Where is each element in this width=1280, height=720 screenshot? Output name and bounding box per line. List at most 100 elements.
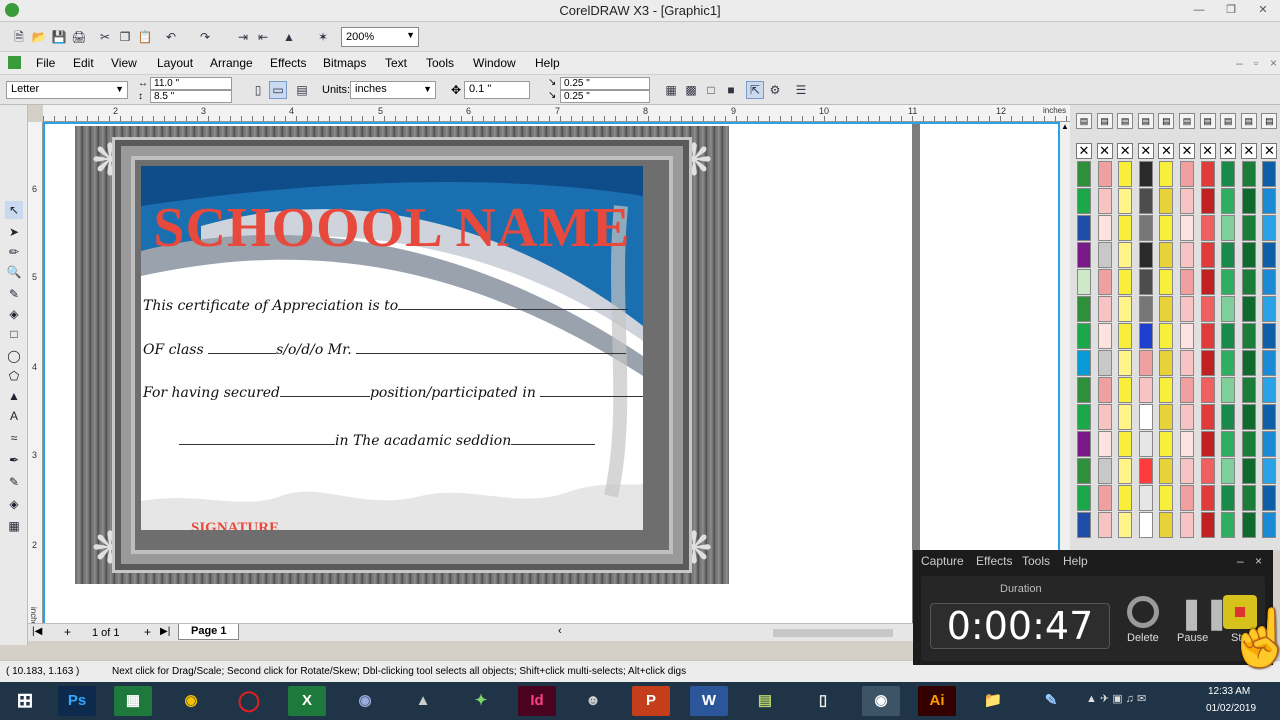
- color-swatch[interactable]: [1180, 458, 1194, 484]
- color-swatch[interactable]: [1262, 377, 1277, 403]
- coreldraw-taskbar-icon[interactable]: ✦: [462, 686, 500, 716]
- palette-header-icon[interactable]: ▤: [1076, 113, 1092, 129]
- color-swatch[interactable]: [1200, 485, 1215, 511]
- eyedropper-icon[interactable]: ✒: [5, 451, 23, 469]
- menu-help[interactable]: Help: [535, 56, 560, 70]
- undo-icon[interactable]: ↶: [162, 28, 180, 46]
- color-swatch[interactable]: [1241, 215, 1256, 241]
- no-fill-swatch[interactable]: ✕: [1261, 143, 1278, 159]
- align-icon[interactable]: ☰: [792, 81, 810, 99]
- color-swatch[interactable]: [1138, 431, 1153, 457]
- color-swatch[interactable]: [1159, 512, 1174, 538]
- delete-button-label[interactable]: Delete: [1127, 632, 1159, 644]
- color-swatch[interactable]: [1262, 323, 1277, 349]
- color-swatch[interactable]: [1077, 188, 1091, 214]
- zoom-tool-icon[interactable]: 🔍: [5, 263, 23, 281]
- menu-bitmaps[interactable]: Bitmaps: [323, 56, 366, 70]
- color-swatch[interactable]: [1077, 242, 1091, 268]
- page-tab[interactable]: Page 1: [178, 624, 240, 640]
- minimize-button[interactable]: —: [1188, 3, 1210, 18]
- palette-header-icon[interactable]: ▤: [1261, 113, 1278, 129]
- import-icon[interactable]: ⇥: [234, 28, 252, 46]
- corel-online-icon[interactable]: ✶: [314, 28, 332, 46]
- opera-icon[interactable]: ◯: [230, 686, 268, 716]
- color-swatch[interactable]: [1159, 350, 1174, 376]
- color-swatch[interactable]: [1180, 512, 1194, 538]
- color-swatch[interactable]: [1118, 269, 1133, 295]
- color-swatch[interactable]: [1200, 350, 1215, 376]
- add-page-after-button[interactable]: +: [144, 625, 151, 639]
- color-swatch[interactable]: [1241, 350, 1256, 376]
- color-swatch[interactable]: [1221, 431, 1236, 457]
- color-swatch[interactable]: [1159, 296, 1174, 322]
- clock-date[interactable]: 01/02/2019: [1206, 703, 1256, 714]
- color-swatch[interactable]: [1138, 188, 1153, 214]
- color-swatch[interactable]: [1180, 269, 1194, 295]
- first-page-button[interactable]: |◀: [32, 626, 42, 637]
- restore-button[interactable]: ❐: [1220, 3, 1242, 18]
- color-swatch[interactable]: [1138, 512, 1153, 538]
- menu-file[interactable]: File: [36, 56, 55, 70]
- color-swatch[interactable]: [1200, 431, 1215, 457]
- treat-as-filled-icon[interactable]: ▦: [662, 81, 680, 99]
- interactive-fill-icon[interactable]: ▦: [5, 517, 23, 535]
- color-swatch[interactable]: [1097, 350, 1112, 376]
- snap-to-grid-icon[interactable]: ▩: [682, 81, 700, 99]
- color-swatch[interactable]: [1118, 512, 1133, 538]
- color-swatch[interactable]: [1097, 296, 1112, 322]
- color-swatch[interactable]: [1221, 458, 1236, 484]
- menu-view[interactable]: View: [111, 56, 137, 70]
- options-icon[interactable]: ⚙: [766, 81, 784, 99]
- color-swatch[interactable]: [1097, 377, 1112, 403]
- landscape-icon[interactable]: ▭: [269, 81, 287, 99]
- color-swatch[interactable]: [1180, 404, 1194, 430]
- color-swatch[interactable]: [1097, 161, 1112, 187]
- no-fill-swatch[interactable]: ✕: [1179, 143, 1195, 159]
- color-swatch[interactable]: [1159, 458, 1174, 484]
- color-swatch[interactable]: [1200, 269, 1215, 295]
- color-swatch[interactable]: [1241, 161, 1256, 187]
- add-page-before-button[interactable]: +: [64, 625, 71, 639]
- color-swatch[interactable]: [1118, 188, 1133, 214]
- color-swatch[interactable]: [1159, 485, 1174, 511]
- media-icon[interactable]: ▲: [404, 686, 442, 716]
- color-swatch[interactable]: [1200, 404, 1215, 430]
- color-swatch[interactable]: [1180, 350, 1194, 376]
- document-icon[interactable]: [8, 56, 21, 69]
- color-palette[interactable]: ▤ ✕ ▤ ✕ ▤ ✕ ▤ ✕ ▤ ✕ ▤ ✕ ▤ ✕ ▤ ✕ ▤ ✕ ▤ ✕: [1070, 105, 1280, 550]
- color-swatch[interactable]: [1200, 161, 1215, 187]
- duplicate-y-input[interactable]: 0.25 ": [560, 90, 650, 103]
- portrait-icon[interactable]: ▯: [249, 81, 267, 99]
- color-swatch[interactable]: [1180, 242, 1194, 268]
- doc-close-button[interactable]: ×: [1270, 56, 1277, 70]
- color-swatch[interactable]: [1159, 188, 1174, 214]
- fill-tool-icon[interactable]: ◈: [5, 495, 23, 513]
- color-swatch[interactable]: [1241, 404, 1256, 430]
- color-swatch[interactable]: [1241, 485, 1256, 511]
- color-swatch[interactable]: [1221, 242, 1236, 268]
- color-swatch[interactable]: [1097, 404, 1112, 430]
- color-swatch[interactable]: [1077, 323, 1091, 349]
- color-swatch[interactable]: [1097, 485, 1112, 511]
- palette-header-icon[interactable]: ▤: [1179, 113, 1195, 129]
- color-swatch[interactable]: [1221, 512, 1236, 538]
- duplicate-x-input[interactable]: 0.25 ": [560, 77, 650, 90]
- copy-icon[interactable]: ❐: [116, 28, 134, 46]
- color-swatch[interactable]: [1221, 296, 1236, 322]
- color-swatch[interactable]: [1200, 215, 1215, 241]
- paper-width-input[interactable]: 11.0 ": [150, 77, 232, 90]
- color-swatch[interactable]: [1077, 485, 1091, 511]
- vertical-ruler[interactable]: 6 5 4 3 2 inches: [28, 122, 43, 630]
- interactive-blend-icon[interactable]: ≈: [5, 429, 23, 447]
- color-swatch[interactable]: [1077, 215, 1091, 241]
- color-swatch[interactable]: [1118, 458, 1133, 484]
- application-launcher-icon[interactable]: ▲: [280, 28, 298, 46]
- paper-height-input[interactable]: 8.5 ": [150, 90, 232, 103]
- color-swatch[interactable]: [1221, 377, 1236, 403]
- color-swatch[interactable]: [1138, 377, 1153, 403]
- all-pages-icon[interactable]: ▤: [293, 81, 311, 99]
- recorder-taskbar-icon[interactable]: ◉: [862, 686, 900, 716]
- drawing-canvas[interactable]: ❋ ❋ ❋ ❋ SCHOOOL NAME This certificate of…: [43, 122, 1060, 627]
- shape-tool-icon[interactable]: ➤: [5, 223, 23, 241]
- color-swatch[interactable]: [1159, 215, 1174, 241]
